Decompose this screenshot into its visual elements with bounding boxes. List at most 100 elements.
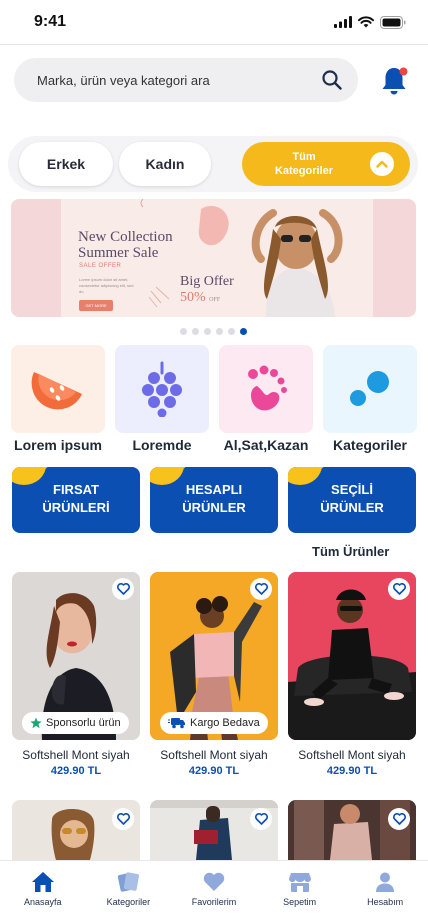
nav-label: Favorilerim bbox=[191, 897, 237, 907]
product-price: 429.90 TL bbox=[326, 765, 378, 777]
carousel-dot[interactable] bbox=[216, 328, 223, 335]
favorite-button[interactable] bbox=[250, 808, 272, 830]
signal-icon bbox=[334, 16, 352, 28]
carousel-dot[interactable] bbox=[192, 328, 199, 335]
quick-category-label: Lorem ipsum bbox=[14, 437, 102, 453]
home-icon bbox=[31, 872, 54, 892]
grapes-icon bbox=[142, 361, 182, 417]
bottom-nav: Anasayfa Kategoriler Favorilerim Sepetim… bbox=[0, 860, 428, 924]
search-input[interactable] bbox=[37, 72, 307, 88]
truck-icon bbox=[168, 718, 185, 729]
quick-category-label: Al,Sat,Kazan bbox=[223, 437, 309, 453]
bubbles-icon bbox=[350, 371, 389, 406]
tab-all-categories[interactable]: Tüm Kategoriler bbox=[242, 142, 410, 186]
product-image[interactable]: Sponsorlu ürün bbox=[12, 572, 140, 740]
header-divider bbox=[0, 44, 428, 45]
nav-account[interactable]: Hesabım bbox=[345, 871, 425, 907]
heart-outline-icon bbox=[254, 583, 268, 595]
heart-icon bbox=[203, 872, 225, 891]
carousel-dot[interactable] bbox=[228, 328, 235, 335]
nav-label: Hesabım bbox=[367, 897, 404, 907]
promo-opportunity-products[interactable]: FIRSAT ÜRÜNLERİ bbox=[12, 467, 140, 533]
carousel-dot[interactable] bbox=[204, 328, 211, 335]
carousel-dots bbox=[180, 328, 247, 335]
nav-categories[interactable]: Kategoriler bbox=[88, 871, 168, 907]
heart-outline-icon bbox=[392, 583, 406, 595]
product-badge-label: Sponsorlu ürün bbox=[46, 717, 121, 729]
quick-category-label: Kategoriler bbox=[333, 437, 407, 453]
promo-label: SEÇİLİ ÜRÜNLER bbox=[320, 482, 384, 515]
all-products-link[interactable]: Tüm Ürünler bbox=[312, 544, 389, 559]
quick-category-kategoriler[interactable] bbox=[323, 345, 417, 433]
nav-favorites[interactable]: Favorilerim bbox=[174, 871, 254, 907]
wifi-icon bbox=[358, 16, 374, 28]
heart-outline-icon bbox=[392, 813, 406, 825]
banner-offer-off: OFF bbox=[209, 297, 221, 303]
status-time: 9:41 bbox=[34, 13, 67, 30]
product-card[interactable]: Sponsorlu ürün Softshell Mont siyah 429.… bbox=[12, 572, 140, 777]
tab-women[interactable]: Kadın bbox=[119, 142, 211, 186]
bell-icon bbox=[382, 67, 408, 95]
promo-banner[interactable]: New Collection Summer Sale SALE OFFER Lo… bbox=[11, 199, 416, 317]
product-name[interactable]: Softshell Mont siyah bbox=[288, 748, 416, 762]
heart-outline-icon bbox=[254, 813, 268, 825]
favorite-button[interactable] bbox=[112, 808, 134, 830]
nav-label: Anasayfa bbox=[24, 897, 62, 907]
banner-offer: Big Offer 50% OFF bbox=[180, 274, 234, 308]
promo-affordable-products[interactable]: HESAPLI ÜRÜNLER bbox=[150, 467, 278, 533]
nav-label: Kategoriler bbox=[106, 897, 151, 907]
store-icon bbox=[288, 873, 311, 892]
tab-men[interactable]: Erkek bbox=[19, 142, 113, 186]
product-image[interactable]: Kargo Bedava bbox=[150, 572, 278, 740]
quick-category-loremde[interactable] bbox=[115, 345, 209, 433]
product-price: 429.90 TL bbox=[188, 765, 240, 777]
banner-button[interactable]: GET MORE bbox=[79, 300, 113, 311]
gender-tabs: Erkek Kadın Tüm Kategoriler bbox=[8, 136, 418, 192]
star-icon bbox=[30, 717, 42, 729]
footprint-icon bbox=[248, 365, 287, 411]
product-name[interactable]: Softshell Mont siyah bbox=[12, 748, 140, 762]
categories-icon bbox=[118, 872, 140, 892]
banner-title: New Collection Summer Sale bbox=[78, 229, 173, 261]
nav-home[interactable]: Anasayfa bbox=[3, 871, 83, 907]
status-icons bbox=[334, 15, 406, 29]
search-box[interactable] bbox=[14, 58, 358, 102]
favorite-button[interactable] bbox=[250, 578, 272, 600]
product-card[interactable]: Kargo Bedava Softshell Mont siyah 429.90… bbox=[150, 572, 278, 777]
banner-body: Lorem ipsum dolor sit amet, consectetur … bbox=[79, 277, 134, 294]
notification-bell[interactable] bbox=[380, 64, 410, 96]
promo-selected-products[interactable]: SEÇİLİ ÜRÜNLER bbox=[288, 467, 416, 533]
banner-offer-line: Big Offer bbox=[180, 274, 234, 289]
carousel-dot-active[interactable] bbox=[240, 328, 247, 335]
product-badge: Sponsorlu ürün bbox=[22, 712, 129, 734]
promo-label: FIRSAT ÜRÜNLERİ bbox=[42, 482, 110, 515]
user-icon bbox=[376, 872, 395, 892]
product-image[interactable] bbox=[288, 572, 416, 740]
favorite-button[interactable] bbox=[388, 578, 410, 600]
nav-cart[interactable]: Sepetim bbox=[260, 871, 340, 907]
quick-category-label: Loremde bbox=[132, 437, 192, 453]
search-icon[interactable] bbox=[322, 70, 342, 90]
tab-all-label: Tüm Kategoriler bbox=[274, 151, 334, 177]
product-card[interactable]: Softshell Mont siyah 429.90 TL bbox=[288, 572, 416, 777]
product-name[interactable]: Softshell Mont siyah bbox=[150, 748, 278, 762]
nav-label: Sepetim bbox=[283, 897, 317, 907]
banner-offer-pct: 50% bbox=[180, 290, 206, 305]
promo-label: HESAPLI ÜRÜNLER bbox=[182, 482, 246, 515]
watermelon-icon bbox=[31, 372, 82, 410]
quick-category-al-sat-kazan[interactable] bbox=[219, 345, 313, 433]
product-badge: Kargo Bedava bbox=[160, 712, 268, 734]
status-bar: 9:41 bbox=[0, 0, 428, 44]
heart-outline-icon bbox=[116, 813, 130, 825]
quick-category-lorem-ipsum[interactable] bbox=[11, 345, 105, 433]
chevron-up-icon bbox=[370, 152, 394, 176]
favorite-button[interactable] bbox=[112, 578, 134, 600]
banner-subtitle: SALE OFFER bbox=[79, 263, 122, 269]
search-row bbox=[14, 58, 414, 102]
battery-icon bbox=[380, 15, 406, 29]
carousel-dot[interactable] bbox=[180, 328, 187, 335]
favorite-button[interactable] bbox=[388, 808, 410, 830]
heart-outline-icon bbox=[116, 583, 130, 595]
product-price: 429.90 TL bbox=[50, 765, 102, 777]
product-badge-label: Kargo Bedava bbox=[190, 717, 260, 729]
